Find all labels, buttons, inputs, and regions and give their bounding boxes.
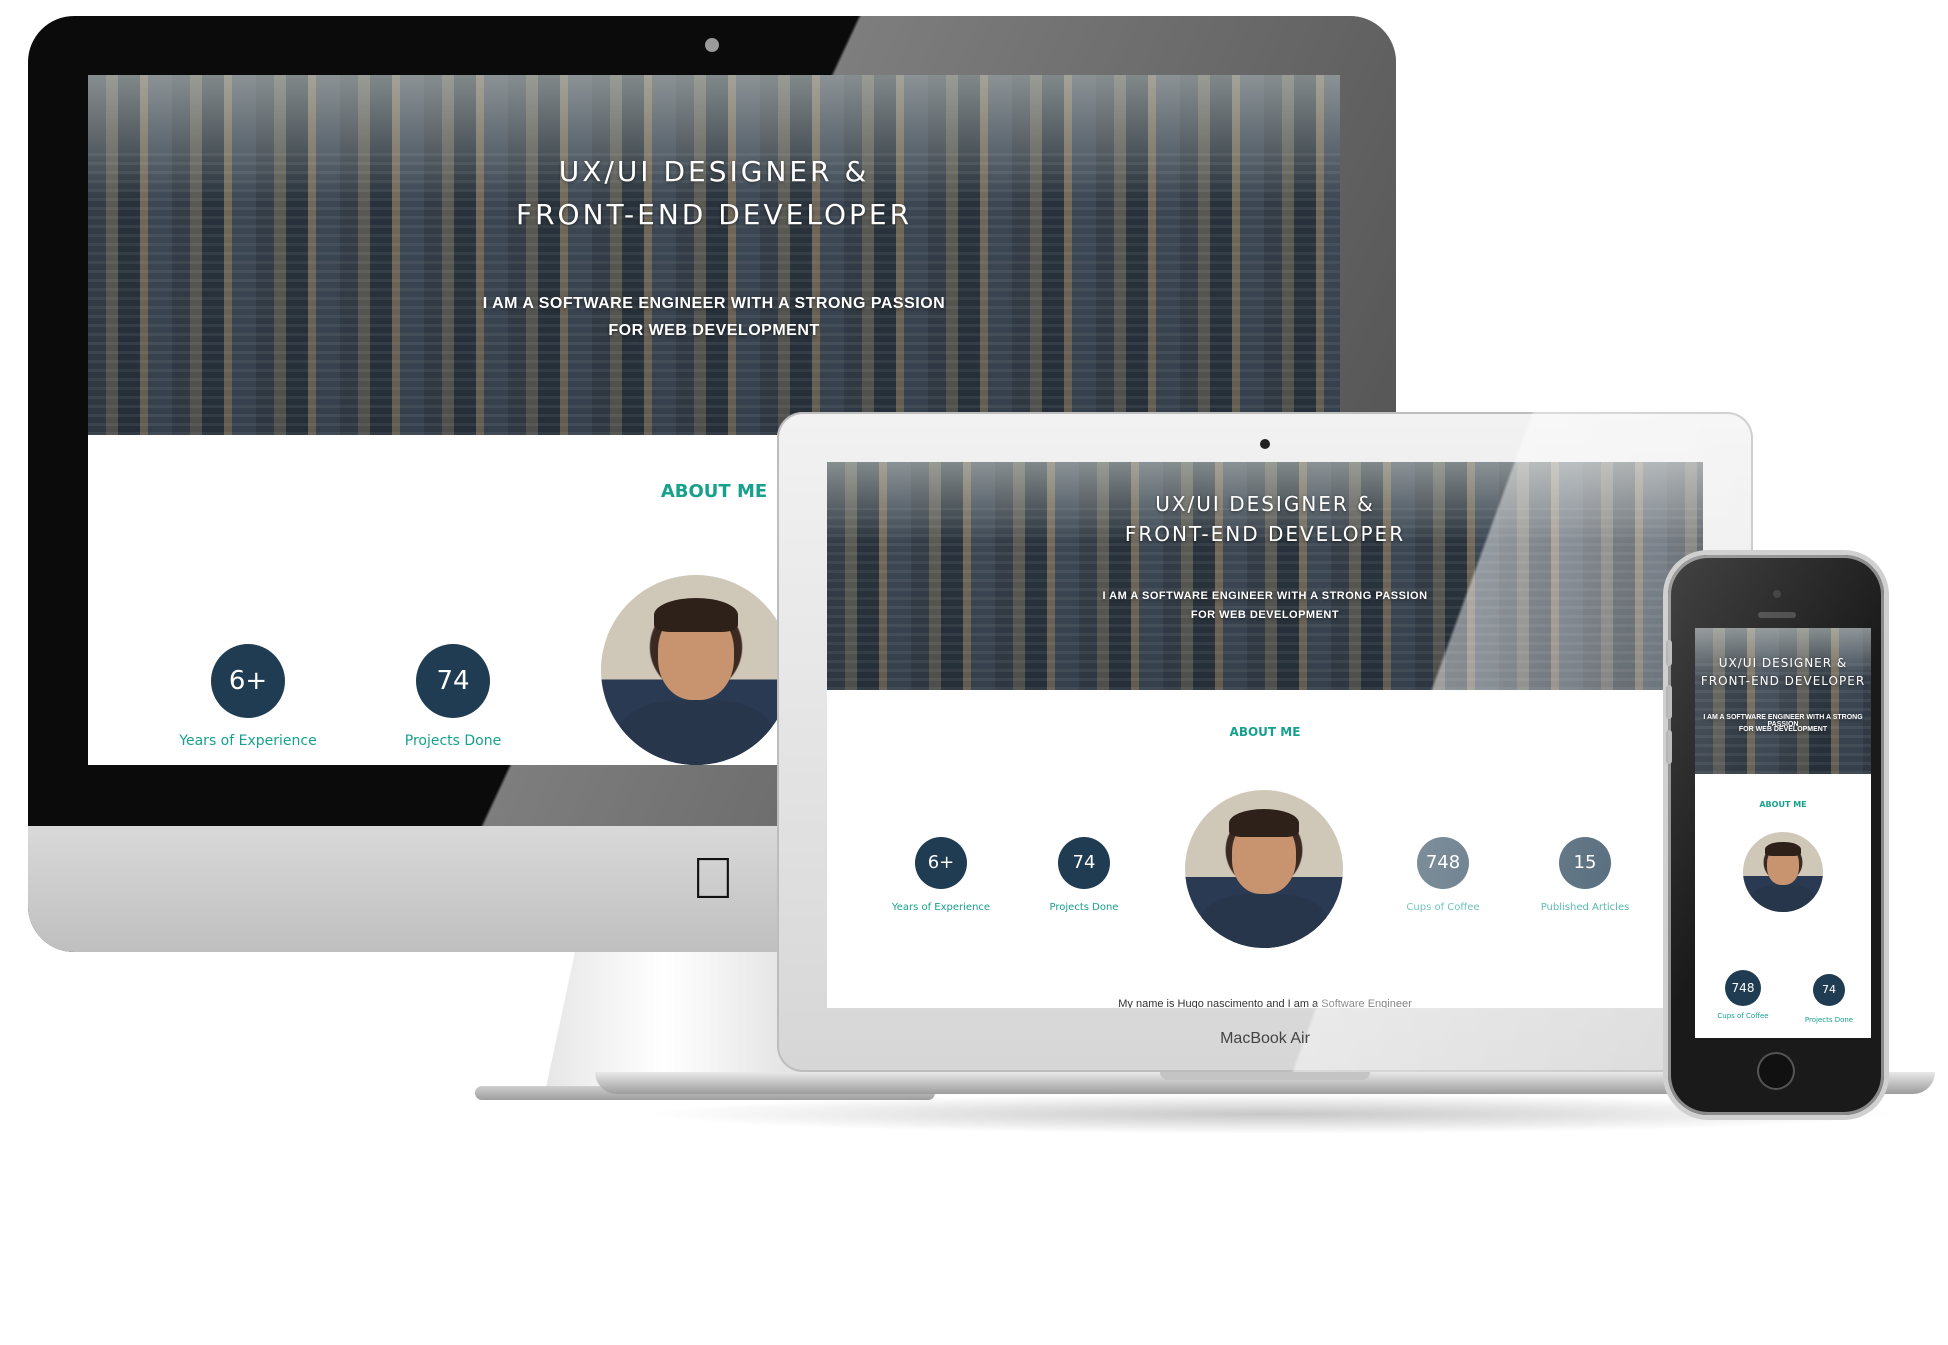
laptop-stat-label-articles: Published Articles: [1540, 902, 1630, 913]
phone-camera: [1773, 590, 1781, 598]
stat-circle-projects: 74: [416, 644, 490, 718]
phone-stat-circle-coffee: 748: [1725, 970, 1761, 1006]
hero-subtitle-line2: FOR WEB DEVELOPMENT: [608, 322, 820, 339]
apple-logo-icon: : [688, 850, 738, 908]
laptop-camera: [1260, 439, 1270, 449]
laptop-hero-subtitle-line2: FOR WEB DEVELOPMENT: [1190, 609, 1340, 621]
laptop-hero-banner: UX/UI DESIGNER & FRONT-END DEVELOPER I A…: [827, 462, 1703, 690]
laptop-notch: [1160, 1072, 1370, 1080]
phone-side-button: [1666, 640, 1672, 666]
hero-banner: UX/UI DESIGNER & FRONT-END DEVELOPER I A…: [88, 75, 1340, 435]
laptop-stat-label-projects: Projects Done: [1049, 902, 1119, 913]
laptop-bio-text: My name is Hugo nascimento and I am a So…: [1118, 998, 1412, 1008]
laptop-screen: UX/UI DESIGNER & FRONT-END DEVELOPER I A…: [827, 462, 1703, 1008]
phone-volume-up: [1666, 685, 1672, 719]
imac-camera: [705, 38, 719, 52]
phone-volume-down: [1666, 730, 1672, 764]
phone-hero-title-line2: FRONT-END DEVELOPER: [1700, 674, 1866, 688]
stat-label-projects: Projects Done: [404, 733, 502, 749]
phone-speaker: [1758, 612, 1796, 618]
hero-subtitle-line1: I AM A SOFTWARE ENGINEER WITH A STRONG P…: [482, 295, 946, 312]
phone-hero-subtitle-line2: FOR WEB DEVELOPMENT: [1738, 726, 1828, 733]
phone-stat-circle-projects: 74: [1813, 974, 1845, 1006]
phone-stat-label-projects: Projects Done: [1804, 1016, 1854, 1024]
phone-home-button[interactable]: [1757, 1052, 1795, 1090]
stat-label-years: Years of Experience: [179, 733, 317, 749]
laptop-stat-circle-projects: 74: [1058, 837, 1110, 889]
laptop-hero-title-line2: FRONT-END DEVELOPER: [1124, 522, 1406, 546]
laptop-stat-label-coffee: Cups of Coffee: [1406, 902, 1480, 913]
hero-title-line1: UX/UI DESIGNER &: [558, 155, 870, 188]
phone-hero-title-line1: UX/UI DESIGNER &: [1718, 656, 1848, 670]
laptop-hero-title-line1: UX/UI DESIGNER &: [1155, 492, 1375, 516]
laptop-stat-label-years: Years of Experience: [891, 902, 991, 913]
phone-about-heading: ABOUT ME: [1759, 800, 1807, 809]
phone-profile-avatar: [1743, 832, 1823, 912]
laptop-stat-circle-years: 6+: [915, 837, 967, 889]
laptop-hero-subtitle-line1: I AM A SOFTWARE ENGINEER WITH A STRONG P…: [1102, 590, 1428, 602]
hero-title-line2: FRONT-END DEVELOPER: [515, 198, 913, 231]
laptop-stat-circle-articles: 15: [1559, 837, 1611, 889]
laptop-brand-label: MacBook Air: [1220, 1030, 1310, 1047]
laptop-profile-avatar: [1185, 790, 1343, 948]
phone-hero-banner: UX/UI DESIGNER & FRONT-END DEVELOPER I A…: [1695, 628, 1871, 774]
phone-screen: UX/UI DESIGNER & FRONT-END DEVELOPER I A…: [1695, 628, 1871, 1038]
laptop-stat-circle-coffee: 748: [1417, 837, 1469, 889]
profile-avatar: [601, 575, 791, 765]
stat-circle-years: 6+: [211, 644, 285, 718]
laptop-about-heading: ABOUT ME: [1229, 725, 1301, 739]
phone-stat-label-coffee: Cups of Coffee: [1717, 1012, 1769, 1020]
